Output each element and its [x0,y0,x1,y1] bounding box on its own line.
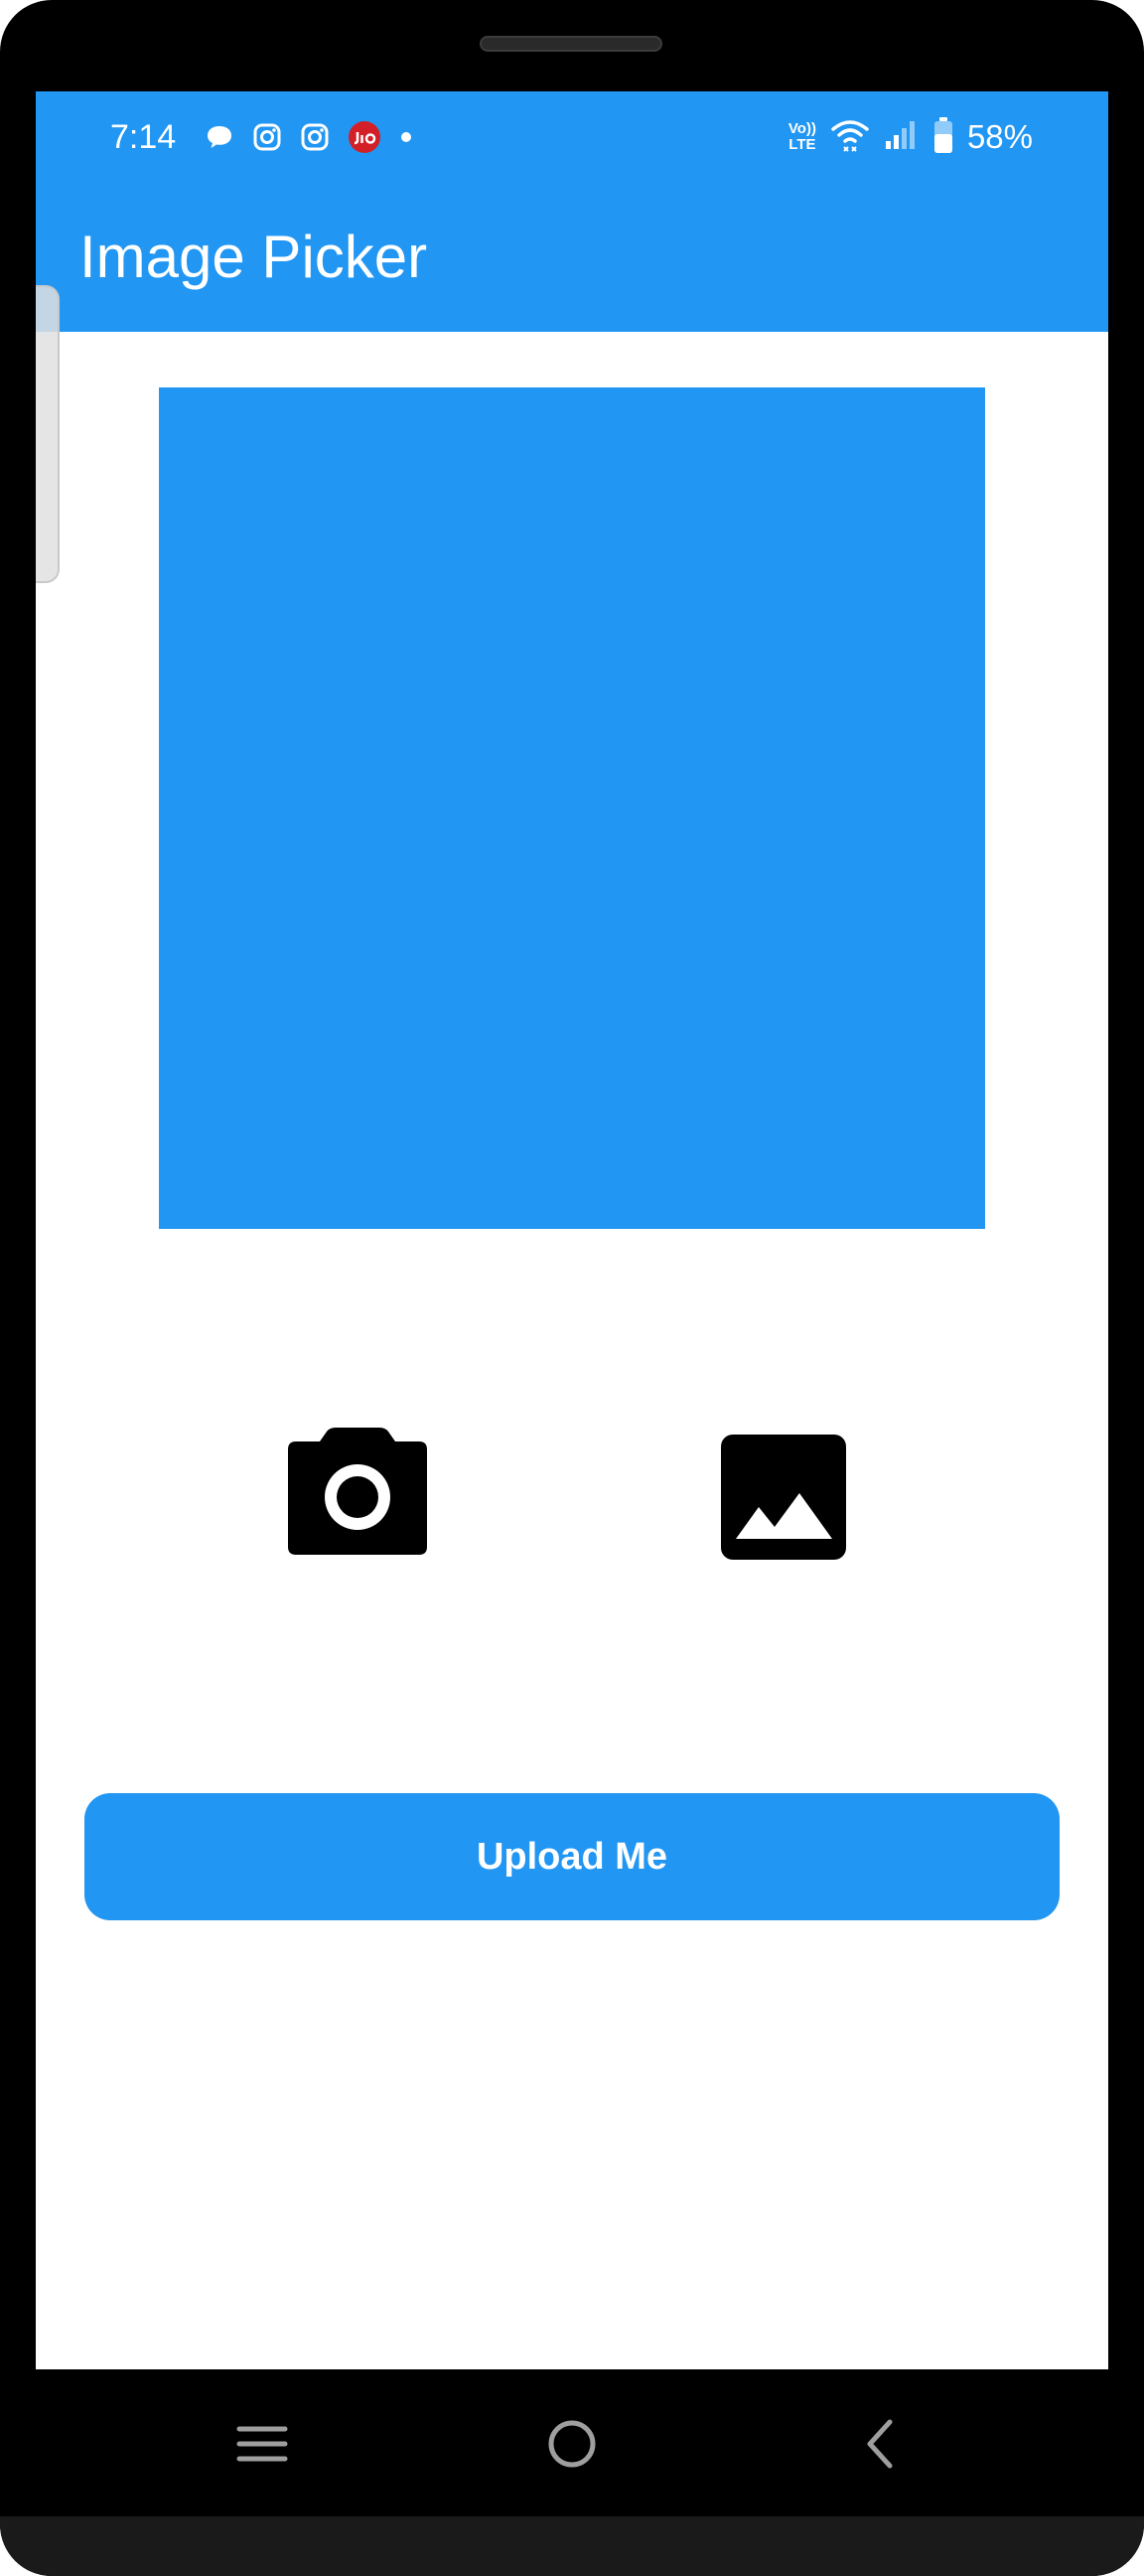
back-button[interactable] [835,2399,925,2489]
jio-icon [348,120,381,154]
back-icon [867,2419,893,2469]
home-icon [548,2420,596,2468]
wifi-icon [830,117,870,158]
recent-apps-icon [236,2426,288,2462]
status-bar: 7:14 Vo)) LTE 58% [36,91,1108,183]
phone-bottom-bezel [0,2516,1144,2576]
gallery-button[interactable] [721,1435,846,1560]
image-preview [159,387,985,1229]
edge-panel-handle[interactable] [36,285,60,583]
phone-frame: 7:14 Vo)) LTE 58% Image Picker Upload Me [0,0,1144,2576]
instagram-icon [300,122,330,152]
chat-bubble-icon [205,122,234,152]
instagram-icon [252,122,282,152]
upload-button[interactable]: Upload Me [84,1793,1060,1920]
volte-indicator: Vo)) LTE [787,120,816,153]
home-button[interactable] [527,2399,617,2489]
camera-icon [288,1428,427,1555]
image-gallery-icon [721,1435,846,1560]
dot-icon [399,130,413,144]
navigation-bar [0,2369,1144,2516]
status-time: 7:14 [110,118,177,156]
battery-percent: 58% [966,118,1033,155]
recent-apps-button[interactable] [217,2399,307,2489]
signal-icon [884,119,920,156]
screen: 7:14 Vo)) LTE 58% Image Picker Upload Me [36,91,1108,2369]
notification-icons [205,119,413,155]
earpiece-speaker [480,36,662,52]
system-status-icons: Vo)) LTE 58% [788,113,1033,161]
app-bar: Image Picker [36,183,1108,332]
page-title: Image Picker [79,224,428,290]
battery-icon [933,116,953,159]
camera-button[interactable] [288,1428,427,1555]
